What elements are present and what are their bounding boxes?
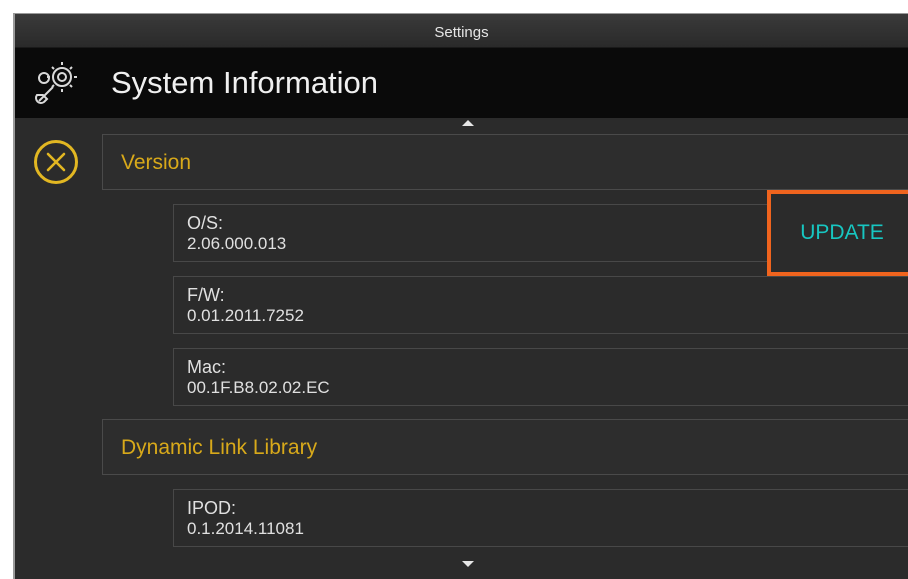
- section-label-dll: Dynamic Link Library: [121, 436, 318, 459]
- info-key: IPOD:: [187, 498, 237, 518]
- info-key: Mac:: [187, 357, 227, 377]
- scroll-up-arrow-icon[interactable]: [462, 120, 474, 126]
- info-value: 0.01.2011.7252: [187, 306, 304, 325]
- info-value: 00.1F.B8.02.02.EC: [187, 378, 330, 397]
- close-icon: [46, 152, 66, 172]
- info-value: 0.1.2014.11081: [187, 519, 304, 538]
- settings-screen: Settings System Information Version O/S:…: [13, 13, 908, 579]
- info-value: 2.06.000.013: [187, 234, 287, 253]
- page-title: System Information: [111, 65, 379, 100]
- info-row-mac: Mac: 00.1F.B8.02.02.EC: [173, 348, 908, 406]
- window-title: Settings: [15, 14, 908, 48]
- info-key: O/S:: [187, 213, 224, 233]
- section-version[interactable]: Version: [102, 134, 908, 190]
- info-key: F/W:: [187, 285, 225, 305]
- update-button[interactable]: UPDATE: [767, 190, 908, 276]
- section-dynamic-link-library[interactable]: Dynamic Link Library: [102, 419, 908, 475]
- close-button[interactable]: [34, 140, 78, 184]
- page-header: System Information: [15, 48, 908, 118]
- info-row-fw: F/W: 0.01.2011.7252: [173, 276, 908, 334]
- settings-gear-wrench-icon: [35, 62, 77, 104]
- section-label-version: Version: [121, 151, 192, 174]
- info-row-ipod: IPOD: 0.1.2014.11081: [173, 489, 908, 547]
- scroll-down-arrow-icon[interactable]: [462, 561, 474, 567]
